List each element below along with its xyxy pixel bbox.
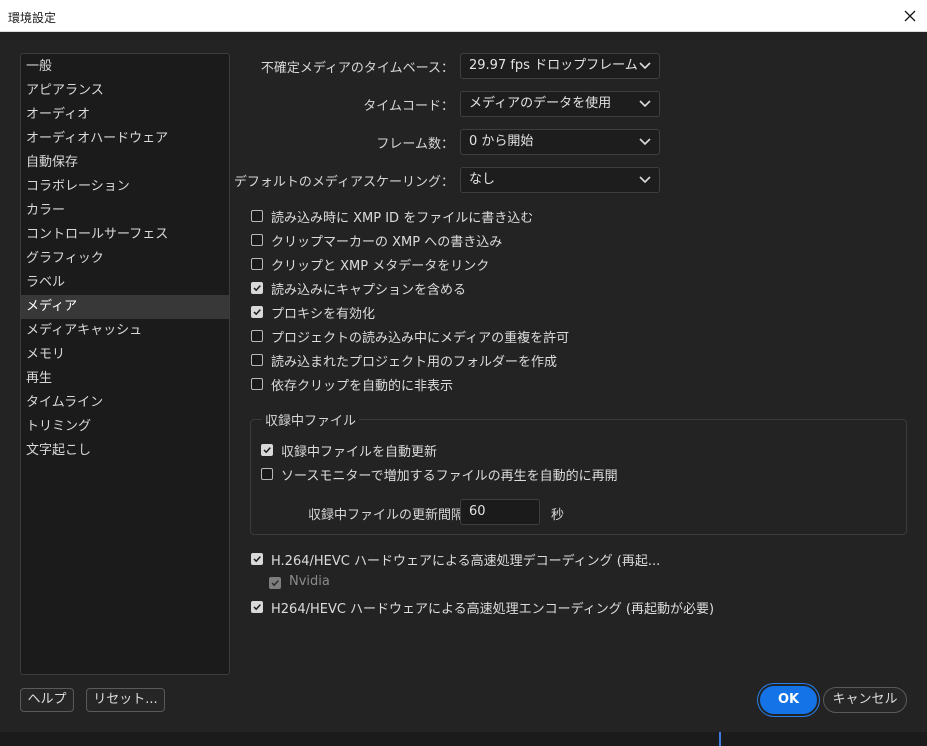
chevron-down-icon xyxy=(639,62,651,70)
checkbox-box[interactable] xyxy=(251,234,263,246)
timecode-select[interactable]: メディアのデータを使用 xyxy=(460,91,660,117)
checkmark-icon xyxy=(253,309,261,316)
checkbox-label: クリップマーカーの XMP への書き込み xyxy=(271,235,503,250)
playhead-marker xyxy=(719,732,721,746)
checkbox-box[interactable] xyxy=(251,258,263,270)
window-title: 環境設定 xyxy=(8,11,57,25)
timebase-row: 不確定メディアのタイムベース： 29.97 fps ドロップフレーム xyxy=(240,53,660,79)
checkbox-box[interactable] xyxy=(251,306,263,318)
bottom-strip xyxy=(0,732,927,746)
refresh-interval-unit: 秒 xyxy=(551,508,565,523)
checkmark-icon xyxy=(253,556,261,563)
cancel-button[interactable]: キャンセル xyxy=(823,687,907,713)
checkbox-box[interactable] xyxy=(251,553,263,565)
sidebar-item-transcription[interactable]: 文字起こし xyxy=(21,439,229,463)
chevron-down-icon xyxy=(639,176,651,184)
checkbox-box xyxy=(269,577,281,589)
sidebar-item-memory[interactable]: メモリ xyxy=(21,343,229,367)
frame-count-label: フレーム数： xyxy=(376,137,454,152)
ok-button[interactable]: OK xyxy=(760,686,817,714)
checkbox-box[interactable] xyxy=(261,444,273,456)
checkbox-label: H.264/HEVC ハードウェアによる高速処理デコーディング (再起... xyxy=(271,554,661,569)
frame-count-select[interactable]: 0 から開始 xyxy=(460,129,660,155)
timecode-value: メディアのデータを使用 xyxy=(469,96,612,111)
checkmark-icon xyxy=(271,580,279,587)
sidebar-item-labels[interactable]: ラベル xyxy=(21,271,229,295)
media-scaling-value: なし xyxy=(469,172,496,187)
media-scaling-label: デフォルトのメディアスケーリング： xyxy=(233,175,454,190)
refresh-interval-input[interactable]: 60 xyxy=(460,499,540,525)
help-button[interactable]: ヘルプ xyxy=(20,688,74,712)
close-icon[interactable] xyxy=(899,5,921,27)
media-scaling-select[interactable]: なし xyxy=(460,167,660,193)
sidebar-item-control-surface[interactable]: コントロールサーフェス xyxy=(21,223,229,247)
checkbox-label: H264/HEVC ハードウェアによる高速処理エンコーディング (再起動が必要) xyxy=(271,602,715,617)
sidebar-item-media[interactable]: メディア xyxy=(21,295,229,319)
checkbox-box[interactable] xyxy=(251,601,263,613)
checkbox-box[interactable] xyxy=(251,210,263,222)
sidebar-item-collaboration[interactable]: コラボレーション xyxy=(21,175,229,199)
checkbox-label: プロジェクトの読み込み中にメディアの重複を許可 xyxy=(271,331,570,346)
refresh-interval-label: 収録中ファイルの更新間隔 xyxy=(308,508,465,523)
checkbox-label: 依存クリップを自動的に非表示 xyxy=(271,379,454,394)
checkbox-label: プロキシを有効化 xyxy=(271,307,376,322)
sidebar-item-color[interactable]: カラー xyxy=(21,199,229,223)
checkbox-box[interactable] xyxy=(251,378,263,390)
checkbox-label: 収録中ファイルを自動更新 xyxy=(281,445,438,460)
checkmark-icon xyxy=(253,285,261,292)
checkmark-icon xyxy=(253,604,261,611)
checkbox-box[interactable] xyxy=(251,354,263,366)
timecode-label: タイムコード： xyxy=(363,99,454,114)
sidebar-item-appearance[interactable]: アピアランス xyxy=(21,79,229,103)
frame-count-row: フレーム数： 0 から開始 xyxy=(240,129,660,155)
checkbox-label: 読み込み時に XMP ID をファイルに書き込む xyxy=(271,211,534,226)
timebase-value: 29.97 fps ドロップフレーム xyxy=(469,58,638,73)
checkbox-label: 読み込まれたプロジェクト用のフォルダーを作成 xyxy=(271,355,558,370)
checkbox-label: 読み込みにキャプションを含める xyxy=(271,283,467,298)
checkbox-box[interactable] xyxy=(251,282,263,294)
checkbox-label: Nvidia xyxy=(289,574,330,589)
checkmark-icon xyxy=(263,447,271,454)
sidebar-item-graphics[interactable]: グラフィック xyxy=(21,247,229,271)
sidebar-item-general[interactable]: 一般 xyxy=(21,55,229,79)
timecode-row: タイムコード： メディアのデータを使用 xyxy=(240,91,660,117)
chevron-down-icon xyxy=(639,100,651,108)
timebase-label: 不確定メディアのタイムベース： xyxy=(260,61,454,76)
sidebar-item-auto-save[interactable]: 自動保存 xyxy=(21,151,229,175)
sidebar-item-audio[interactable]: オーディオ xyxy=(21,103,229,127)
timebase-select[interactable]: 29.97 fps ドロップフレーム xyxy=(460,53,660,79)
sidebar-item-trimming[interactable]: トリミング xyxy=(21,415,229,439)
checkbox-box[interactable] xyxy=(251,330,263,342)
sidebar-item-timeline[interactable]: タイムライン xyxy=(21,391,229,415)
sidebar-item-media-cache[interactable]: メディアキャッシュ xyxy=(21,319,229,343)
preferences-category-list: 一般 アピアランス オーディオ オーディオハードウェア 自動保存 コラボレーショ… xyxy=(20,53,230,675)
chevron-down-icon xyxy=(639,138,651,146)
checkbox-box[interactable] xyxy=(261,468,273,480)
media-scaling-row: デフォルトのメディアスケーリング： なし xyxy=(234,167,660,193)
reset-button[interactable]: リセット... xyxy=(86,688,165,712)
checkbox-label: クリップと XMP メタデータをリンク xyxy=(271,259,490,274)
title-bar: 環境設定 xyxy=(0,0,927,32)
frame-count-value: 0 から開始 xyxy=(469,134,534,149)
growing-files-title: 収録中ファイル xyxy=(262,410,360,429)
sidebar-item-audio-hardware[interactable]: オーディオハードウェア xyxy=(21,127,229,151)
sidebar-item-playback[interactable]: 再生 xyxy=(21,367,229,391)
checkbox-label: ソースモニターで増加するファイルの再生を自動的に再開 xyxy=(281,469,618,484)
